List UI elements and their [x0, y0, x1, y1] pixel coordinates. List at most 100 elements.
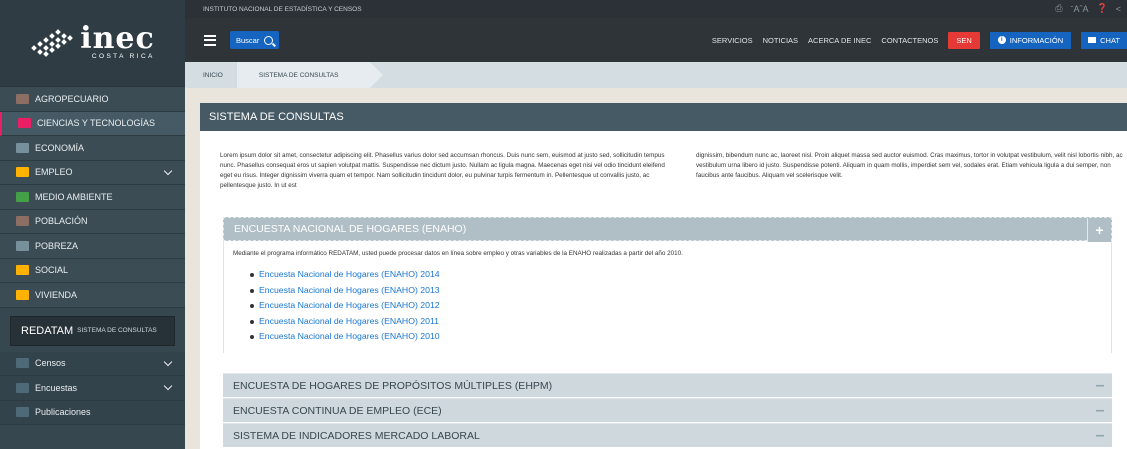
survey-link[interactable]: Encuesta Nacional de Hogares (ENAHO) 201… [250, 329, 1111, 345]
minus-icon[interactable]: – [1088, 374, 1112, 398]
sidebar: inec COSTA RICA AGROPECUARIO CIENCIAS Y … [0, 0, 185, 449]
sidebar-item-economia[interactable]: ECONOMÍA [0, 136, 185, 161]
breadcrumb-current: SISTEMA DE CONSULTAS [236, 62, 384, 88]
search-button[interactable]: Buscar [230, 31, 280, 49]
sidebar-item-label: SOCIAL [35, 265, 69, 276]
intro-left: Lorem ipsum dolor sit amet, consectetur … [220, 152, 665, 189]
font-size-controls[interactable]: ˉAˆA [1071, 4, 1089, 14]
accordion-indicadores: SISTEMA DE INDICADORES MERCADO LABORAL – [223, 423, 1112, 447]
nav-noticias[interactable]: NOTICIAS [763, 36, 798, 45]
search-icon [264, 35, 274, 45]
accordion-description: Mediante el programa informático REDATAM… [233, 250, 683, 257]
intro-right: dignissim, bibendum nunc ac, laoreet nis… [696, 152, 1123, 179]
sidebar-item-social[interactable]: SOCIAL [0, 258, 185, 283]
tractor-icon [16, 93, 29, 104]
nav-links: SERVICIOS NOTICIAS ACERCA DE INEC CONTAC… [712, 18, 1127, 62]
help-icon[interactable]: ❓ [1097, 3, 1108, 14]
info-button[interactable]: i INFORMACIÓN [989, 31, 1072, 49]
census-icon [16, 358, 29, 369]
logo[interactable]: inec COSTA RICA [0, 0, 185, 87]
nav-acerca[interactable]: ACERCA DE INEC [808, 36, 871, 45]
sidebar-item-vivienda[interactable]: VIVIENDA [0, 283, 185, 308]
redatam-sublabel: SISTEMA DE CONSULTAS [77, 327, 157, 334]
redatam-label: REDATAM [21, 324, 74, 337]
plus-icon[interactable]: + [1087, 218, 1111, 242]
accordion-title: ENCUESTA DE HOGARES DE PROPÓSITOS MÚLTIP… [233, 379, 553, 392]
share-icon[interactable]: < [1116, 4, 1121, 14]
accordion-title: SISTEMA DE INDICADORES MERCADO LABORAL [233, 429, 480, 442]
sidebar-item-encuestas[interactable]: Encuestas [0, 376, 185, 401]
sidebar-item-label: ECONOMÍA [35, 142, 85, 153]
accordion-header[interactable]: ENCUESTA CONTINUA DE EMPLEO (ECE) – [223, 398, 1112, 422]
survey-link[interactable]: Encuesta Nacional de Hogares (ENAHO) 201… [250, 283, 1111, 299]
sidebar-item-label: Censos [35, 358, 66, 369]
house-icon [16, 289, 29, 300]
chat-button[interactable]: CHAT [1081, 31, 1127, 49]
sidebar-item-medio-ambiente[interactable]: MEDIO AMBIENTE [0, 185, 185, 210]
sidebar-item-empleo[interactable]: EMPLEO [0, 160, 185, 185]
institute-title: INSTITUTO NACIONAL DE ESTADÍSTICA Y CENS… [203, 5, 362, 13]
survey-icon [16, 382, 29, 393]
accordion-title: ENCUESTA CONTINUA DE EMPLEO (ECE) [233, 404, 442, 417]
sidebar-item-censos[interactable]: Censos [0, 351, 185, 376]
nav-contactenos[interactable]: CONTACTENOS [881, 36, 938, 45]
chat-label: CHAT [1100, 35, 1120, 45]
sidebar-item-label: AGROPECUARIO [35, 93, 109, 104]
chevron-down-icon [163, 381, 173, 391]
minus-icon[interactable]: – [1088, 424, 1112, 448]
sidebar-item-label: Publicaciones [35, 407, 91, 418]
sidebar-item-agropecuario[interactable]: AGROPECUARIO [0, 87, 185, 112]
social-icon [16, 265, 29, 276]
intro-text: Lorem ipsum dolor sit amet, consectetur … [200, 131, 1127, 191]
sidebar-item-publicaciones[interactable]: Publicaciones [0, 400, 185, 425]
accordion-ehpm: ENCUESTA DE HOGARES DE PROPÓSITOS MÚLTIP… [223, 373, 1112, 397]
accordion-header[interactable]: SISTEMA DE INDICADORES MERCADO LABORAL – [223, 423, 1112, 447]
breadcrumb: INICIO SISTEMA DE CONSULTAS [185, 62, 1127, 88]
accordion-enaho: ENCUESTA NACIONAL DE HOGARES (ENAHO) + M… [223, 217, 1112, 353]
tree-icon [16, 191, 29, 202]
sidebar-item-ciencias[interactable]: CIENCIAS Y TECNOLOGÍAS [0, 111, 185, 136]
survey-link[interactable]: Encuesta Nacional de Hogares (ENAHO) 201… [250, 267, 1111, 283]
chevron-down-icon [163, 357, 173, 366]
sidebar-item-poblacion[interactable]: POBLACIÓN [0, 209, 185, 234]
chat-icon [1088, 37, 1097, 43]
sidebar-item-pobreza[interactable]: POBREZA [0, 234, 185, 259]
main-navbar: Buscar SERVICIOS NOTICIAS ACERCA DE INEC… [185, 18, 1127, 62]
money-icon [16, 142, 29, 153]
print-icon[interactable]: ⎙ [1055, 3, 1062, 14]
top-tools: ⎙ ˉAˆA ❓ < [1055, 3, 1121, 14]
chevron-down-icon [163, 166, 173, 175]
redatam-button[interactable]: REDATAM SISTEMA DE CONSULTAS [10, 315, 175, 346]
survey-link[interactable]: Encuesta Nacional de Hogares (ENAHO) 201… [250, 298, 1111, 314]
accordion-header[interactable]: ENCUESTA DE HOGARES DE PROPÓSITOS MÚLTIP… [223, 373, 1112, 397]
accordion-ece: ENCUESTA CONTINUA DE EMPLEO (ECE) – [223, 398, 1112, 422]
sidebar-item-label: POBREZA [35, 240, 79, 251]
logo-subtitle: COSTA RICA [91, 53, 155, 60]
document-icon [16, 407, 29, 418]
logo-mark-icon [30, 29, 74, 57]
menu-icon[interactable] [204, 34, 216, 46]
poverty-icon [16, 240, 29, 251]
sidebar-item-label: Encuestas [35, 382, 78, 393]
sidebar-item-label: EMPLEO [35, 167, 73, 178]
main-content: SISTEMA DE CONSULTAS Lorem ipsum dolor s… [200, 103, 1127, 449]
breadcrumb-home[interactable]: INICIO [185, 62, 237, 88]
survey-link[interactable]: Encuesta Nacional de Hogares (ENAHO) 201… [250, 314, 1111, 330]
briefcase-icon [16, 167, 29, 178]
sidebar-item-label: MEDIO AMBIENTE [35, 191, 113, 202]
sen-button[interactable]: SEN [948, 31, 980, 49]
minus-icon[interactable]: – [1088, 399, 1112, 423]
laptop-icon [18, 118, 31, 129]
top-bar: INSTITUTO NACIONAL DE ESTADÍSTICA Y CENS… [185, 0, 1127, 18]
nav-servicios[interactable]: SERVICIOS [712, 36, 753, 45]
logo-text: inec [80, 21, 155, 56]
accordion-header[interactable]: ENCUESTA NACIONAL DE HOGARES (ENAHO) + [223, 217, 1112, 242]
accordion-title: ENCUESTA NACIONAL DE HOGARES (ENAHO) [234, 223, 467, 235]
sidebar-item-label: POBLACIÓN [35, 216, 88, 227]
info-icon: i [997, 36, 1006, 44]
people-icon [16, 216, 29, 227]
sidebar-item-label: VIVIENDA [35, 289, 78, 300]
search-label: Buscar [236, 35, 260, 45]
sidebar-item-label: CIENCIAS Y TECNOLOGÍAS [37, 118, 156, 129]
info-label: INFORMACIÓN [1009, 35, 1064, 45]
